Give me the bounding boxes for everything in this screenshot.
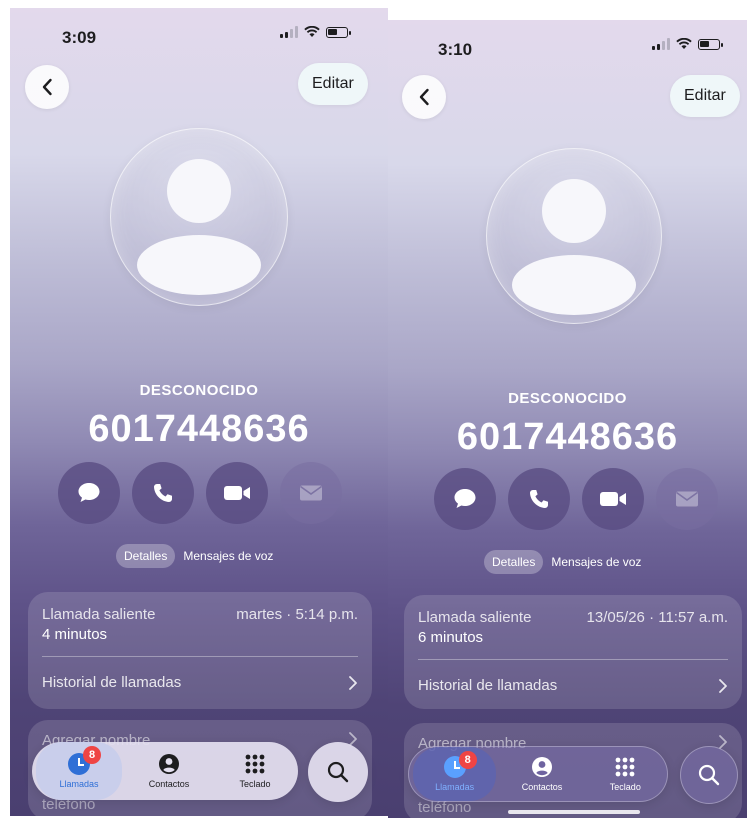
contact-detail-screen-2: 3:10 Editar DESCONOCIDO 6017448636 Detal… [388, 20, 747, 818]
phone-icon [530, 490, 548, 508]
call-button[interactable] [508, 468, 570, 530]
tab-voicemail[interactable]: Mensajes de voz [551, 555, 641, 569]
tab-contacts[interactable]: Contactos [126, 742, 212, 800]
detail-segment-control: Detalles Mensajes de voz [116, 544, 273, 568]
chevron-right-icon [719, 735, 727, 749]
tab-calls-label: Llamadas [435, 782, 475, 792]
detail-segment-control: Detalles Mensajes de voz [484, 550, 641, 574]
contact-name: DESCONOCIDO [139, 382, 259, 399]
avatar-head [542, 179, 606, 243]
person-icon [159, 754, 179, 774]
message-button[interactable] [58, 462, 120, 524]
mail-icon [300, 485, 322, 501]
tab-voicemail[interactable]: Mensajes de voz [183, 549, 273, 563]
tab-keypad-label: Teclado [239, 779, 271, 789]
wifi-icon [304, 26, 320, 37]
status-time: 3:09 [62, 28, 97, 47]
chevron-right-icon [349, 675, 357, 690]
video-button[interactable] [582, 468, 644, 530]
phone-number: 6017448636 [456, 416, 679, 458]
avatar [110, 128, 288, 306]
signal-icon [652, 38, 670, 50]
chevron-right-icon [719, 678, 727, 693]
tab-calls[interactable]: Llamadas 8 [413, 747, 497, 801]
divider [42, 656, 358, 657]
call-duration: 4 minutos [42, 626, 108, 643]
call-history-row[interactable]: Historial de llamadas [42, 674, 358, 691]
video-icon [224, 486, 250, 500]
back-button[interactable] [25, 65, 69, 109]
search-button[interactable] [680, 746, 738, 804]
search-button[interactable] [308, 742, 368, 802]
back-chevron-icon [42, 78, 52, 96]
keypad-icon [615, 757, 635, 777]
person-icon [531, 757, 552, 777]
divider [418, 659, 728, 660]
edit-button[interactable]: Editar [670, 75, 740, 117]
avatar-body [512, 255, 636, 315]
keypad-icon [245, 754, 265, 774]
back-chevron-icon [419, 88, 429, 106]
tab-keypad[interactable]: Teclado [212, 742, 298, 800]
avatar-body [137, 235, 261, 295]
message-button[interactable] [434, 468, 496, 530]
tab-details[interactable]: Detalles [484, 550, 544, 574]
tab-calls-label: Llamadas [59, 779, 99, 789]
contact-detail-screen-1: 3:09 Editar DESCONOCIDO 6017448636 Detal… [10, 8, 388, 816]
status-icons [280, 26, 351, 38]
comparison-stage: 3:09 Editar DESCONOCIDO 6017448636 Detal… [0, 0, 747, 818]
call-history-label: Historial de llamadas [418, 677, 558, 694]
video-button[interactable] [206, 462, 268, 524]
tab-calls[interactable]: Llamadas 8 [36, 742, 122, 800]
home-indicator [508, 810, 640, 814]
calls-badge: 8 [83, 746, 101, 764]
mail-button[interactable] [656, 468, 718, 530]
call-duration: 6 minutos [418, 629, 484, 646]
message-icon [454, 489, 476, 508]
search-icon [327, 761, 349, 783]
battery-icon [326, 26, 351, 38]
calls-badge: 8 [458, 751, 477, 769]
contact-name: DESCONOCIDO [508, 390, 627, 407]
edit-button[interactable]: Editar [298, 63, 368, 105]
bottom-tab-bar: Llamadas 8 Contactos Teclado [408, 746, 668, 802]
action-buttons [58, 462, 342, 524]
mail-icon [676, 491, 698, 507]
status-icons [652, 38, 723, 50]
tab-contacts-label: Contactos [148, 779, 190, 789]
mail-button[interactable] [280, 462, 342, 524]
wifi-icon [676, 38, 692, 49]
call-type: Llamada saliente [418, 609, 532, 626]
phone-number: 6017448636 [88, 408, 310, 450]
tab-contacts-label: Contactos [521, 782, 563, 792]
message-icon [78, 483, 100, 502]
status-time: 3:10 [438, 40, 473, 59]
action-buttons [434, 468, 718, 530]
bottom-tab-bar: Llamadas 8 Contactos Teclado [32, 742, 298, 800]
call-history-label: Historial de llamadas [42, 674, 182, 691]
battery-icon [698, 38, 723, 50]
call-date: martes · 5:14 p.m. [236, 606, 358, 623]
call-info-card: Llamada saliente martes · 5:14 p.m. 4 mi… [28, 592, 372, 709]
call-summary-row: Llamada saliente martes · 5:14 p.m. [42, 606, 358, 623]
call-type: Llamada saliente [42, 606, 156, 623]
back-button[interactable] [402, 75, 446, 119]
phone-icon [154, 484, 172, 502]
tab-keypad-label: Teclado [609, 782, 641, 792]
call-summary-row: Llamada saliente 13/05/26 · 11:57 a.m. [418, 609, 728, 626]
signal-icon [280, 26, 298, 38]
call-info-card: Llamada saliente 13/05/26 · 11:57 a.m. 6… [404, 595, 742, 709]
video-icon [600, 492, 626, 506]
tab-keypad[interactable]: Teclado [584, 747, 667, 801]
tab-contacts[interactable]: Contactos [500, 747, 583, 801]
call-button[interactable] [132, 462, 194, 524]
tab-details[interactable]: Detalles [116, 544, 176, 568]
avatar [486, 148, 662, 324]
call-history-row[interactable]: Historial de llamadas [418, 677, 728, 694]
call-date: 13/05/26 · 11:57 a.m. [586, 609, 728, 626]
search-icon [698, 764, 720, 786]
avatar-head [167, 159, 231, 223]
